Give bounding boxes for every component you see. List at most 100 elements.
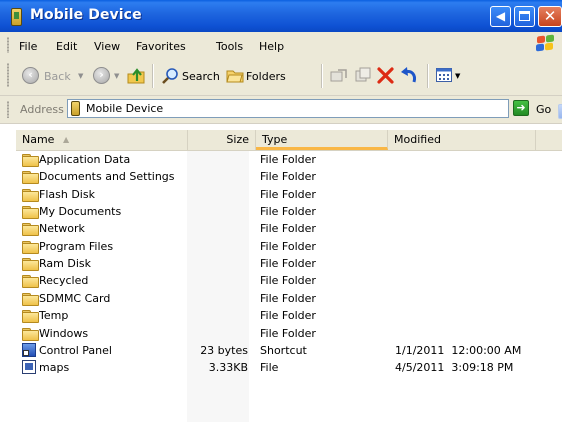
views-dropdown-icon[interactable]: ▼ bbox=[455, 72, 460, 80]
folder-icon bbox=[22, 171, 39, 185]
up-folder-icon[interactable] bbox=[127, 66, 145, 84]
go-button[interactable]: Go bbox=[536, 103, 551, 116]
folders-button[interactable]: Folders bbox=[246, 70, 286, 83]
address-dropdown-icon[interactable]: ▼ bbox=[558, 104, 562, 119]
item-name: maps bbox=[39, 361, 70, 375]
search-button[interactable]: Search bbox=[182, 70, 220, 83]
maximize-button[interactable] bbox=[514, 6, 535, 27]
standard-toolbar: ‹ Back ▼ › ▼ Search Folders ▼ bbox=[0, 56, 562, 96]
window-title: Mobile Device bbox=[30, 7, 142, 23]
item-name: Application Data bbox=[39, 153, 131, 166]
list-item[interactable]: Windows File Folder bbox=[22, 325, 542, 342]
back-button[interactable]: Back bbox=[44, 70, 71, 83]
item-name: Documents and Settings bbox=[39, 170, 175, 184]
folder-icon bbox=[22, 310, 39, 324]
item-type: File Folder bbox=[260, 222, 316, 236]
sort-ascending-icon: ▲ bbox=[63, 135, 70, 144]
file-list[interactable]: Name ▲ Size Type Modified Application Da… bbox=[0, 124, 562, 422]
item-type: File Folder bbox=[260, 326, 316, 340]
toolbar-separator bbox=[427, 64, 428, 88]
back-arrow-icon[interactable]: ‹ bbox=[22, 67, 39, 84]
copy-to-icon[interactable] bbox=[354, 67, 372, 84]
folder-icon bbox=[22, 223, 39, 237]
menu-favorites[interactable]: Favorites bbox=[136, 40, 186, 53]
item-type: File Folder bbox=[260, 274, 316, 288]
toolbar-separator bbox=[152, 64, 153, 88]
move-to-icon[interactable] bbox=[330, 67, 348, 84]
address-bar: Address Mobile Device ▼ ➜ Go bbox=[0, 96, 562, 124]
item-type: File Folder bbox=[260, 257, 316, 271]
list-item[interactable]: Recycled File Folder bbox=[22, 272, 542, 289]
list-item[interactable]: Temp File Folder bbox=[22, 307, 542, 324]
toolbar-grip[interactable] bbox=[7, 63, 9, 87]
list-item[interactable]: Network File Folder bbox=[22, 220, 542, 237]
column-header-type[interactable]: Type bbox=[256, 130, 388, 150]
folder-icon bbox=[22, 154, 39, 167]
item-name: Recycled bbox=[39, 274, 89, 288]
menu-view[interactable]: View bbox=[94, 40, 120, 53]
item-type: Shortcut bbox=[260, 343, 307, 357]
column-header-name-label: Name bbox=[22, 133, 55, 146]
list-item[interactable]: My Documents File Folder bbox=[22, 203, 542, 220]
menu-tools[interactable]: Tools bbox=[216, 40, 243, 53]
menu-bar: File Edit View Favorites Tools Help bbox=[0, 34, 562, 57]
menu-edit[interactable]: Edit bbox=[56, 40, 77, 53]
close-button[interactable]: ✕ bbox=[538, 6, 562, 27]
item-type: File Folder bbox=[260, 170, 316, 184]
mobile-device-icon bbox=[11, 8, 22, 26]
undo-icon[interactable] bbox=[400, 67, 418, 84]
file-icon bbox=[22, 360, 36, 375]
list-item[interactable]: Program Files File Folder bbox=[22, 238, 542, 255]
address-grip[interactable] bbox=[7, 101, 9, 118]
list-item[interactable]: Documents and Settings File Folder bbox=[22, 168, 542, 185]
back-dropdown-icon[interactable]: ▼ bbox=[78, 72, 83, 80]
item-name: My Documents bbox=[39, 205, 122, 219]
folder-icon bbox=[22, 327, 39, 341]
menu-grip[interactable] bbox=[7, 37, 9, 53]
item-size: 3.33KB bbox=[208, 361, 248, 375]
minimize-button[interactable]: ◀ bbox=[490, 6, 511, 27]
column-header-name[interactable]: Name ▲ bbox=[16, 130, 188, 150]
menu-file[interactable]: File bbox=[19, 40, 37, 53]
item-type: File Folder bbox=[260, 187, 316, 201]
item-modified: 1/1/2011 12:00:00 AM bbox=[395, 343, 522, 357]
list-item[interactable]: SDMMC Card File Folder bbox=[22, 290, 542, 307]
item-name: Windows bbox=[39, 326, 89, 340]
item-name: Temp bbox=[39, 309, 69, 323]
column-headers: Name ▲ Size Type Modified bbox=[16, 130, 562, 151]
views-icon[interactable] bbox=[436, 68, 453, 83]
folder-icon bbox=[22, 275, 39, 289]
forward-dropdown-icon[interactable]: ▼ bbox=[114, 72, 119, 80]
windows-logo-icon bbox=[535, 34, 557, 54]
menu-help[interactable]: Help bbox=[259, 40, 284, 53]
item-name: Network bbox=[39, 222, 85, 236]
address-input[interactable]: Mobile Device ▼ bbox=[67, 99, 562, 119]
forward-arrow-icon[interactable]: › bbox=[93, 67, 110, 84]
folder-icon bbox=[22, 240, 39, 254]
list-item[interactable]: Application Data File Folder bbox=[22, 151, 542, 168]
list-item[interactable]: maps 3.33KB File 4/5/2011 3:09:18 PM bbox=[22, 359, 542, 376]
explorer-window: Mobile Device ◀ ✕ File Edit View Favorit… bbox=[0, 0, 562, 422]
column-header-size[interactable]: Size bbox=[188, 130, 256, 150]
search-icon bbox=[162, 68, 178, 84]
item-modified: 4/5/2011 3:09:18 PM bbox=[395, 361, 514, 375]
list-item[interactable]: Flash Disk File Folder bbox=[22, 186, 542, 203]
list-item[interactable]: Control Panel 23 bytes Shortcut 1/1/2011 12… bbox=[22, 342, 542, 359]
item-type: File Folder bbox=[260, 239, 316, 253]
address-value[interactable]: Mobile Device bbox=[86, 102, 163, 115]
delete-icon[interactable] bbox=[377, 67, 394, 84]
folder-icon bbox=[22, 206, 39, 220]
toolbar-separator bbox=[321, 64, 322, 88]
go-arrow-icon[interactable]: ➜ bbox=[513, 100, 529, 116]
title-bar[interactable]: Mobile Device ◀ ✕ bbox=[0, 0, 562, 32]
item-type: File Folder bbox=[260, 153, 316, 166]
item-type: File Folder bbox=[260, 291, 316, 305]
item-type: File Folder bbox=[260, 205, 316, 219]
item-name: Ram Disk bbox=[39, 257, 91, 271]
column-header-filler bbox=[536, 130, 562, 150]
column-header-modified[interactable]: Modified bbox=[388, 130, 536, 150]
folders-icon bbox=[226, 70, 244, 83]
shortcut-icon bbox=[22, 342, 36, 357]
folder-icon bbox=[22, 292, 39, 306]
list-item[interactable]: Ram Disk File Folder bbox=[22, 255, 542, 272]
